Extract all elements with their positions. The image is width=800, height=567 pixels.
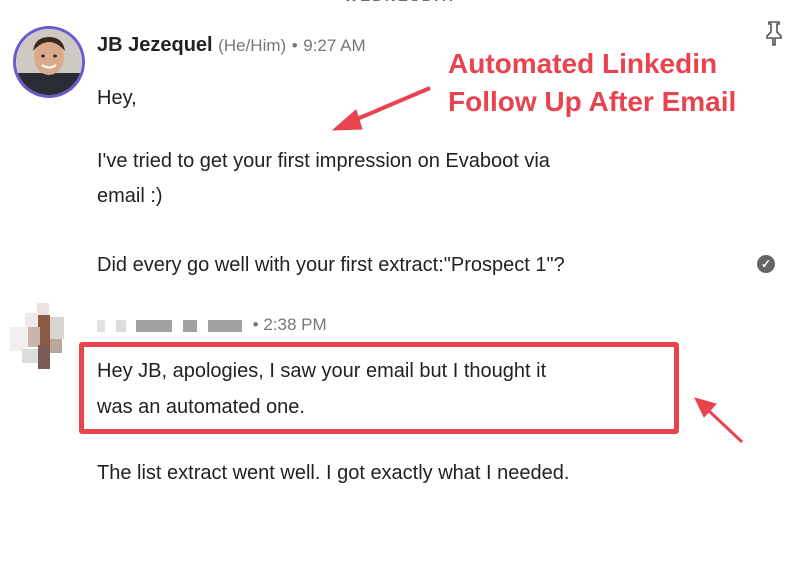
sender-pronouns: (He/Him)	[218, 36, 287, 55]
pin-icon[interactable]	[763, 20, 785, 46]
arrow-to-message	[331, 86, 431, 131]
message-line: The list extract went well. I got exactl…	[97, 462, 570, 484]
sender-name[interactable]: JB Jezequel	[97, 34, 213, 56]
redacted-block	[183, 319, 198, 332]
message-line: I've tried to get your first impression …	[97, 150, 550, 172]
redacted-block	[115, 319, 126, 332]
message-time: 2:38 PM	[263, 315, 327, 334]
blurred-avatar[interactable]	[10, 303, 75, 373]
highlight-box	[79, 342, 679, 434]
day-divider-label: WEDNESDAY	[305, 0, 497, 10]
arrow-to-highlight	[694, 397, 744, 444]
sender-line: JB Jezequel (He/Him) • 9:27 AM	[97, 34, 366, 57]
message-line: Hey,	[97, 87, 137, 109]
redacted-block	[136, 319, 173, 332]
annotation-line: Automated Linkedin	[448, 48, 718, 79]
message-time: 9:27 AM	[303, 36, 366, 55]
annotation-text: Automated Linkedin Follow Up After Email	[448, 45, 788, 121]
separator-dot: •	[252, 315, 259, 334]
separator-dot: •	[291, 36, 298, 55]
redacted-block	[207, 319, 242, 332]
redacted-block	[97, 319, 105, 332]
sender-avatar[interactable]	[16, 29, 82, 95]
annotation-line: Follow Up After Email	[448, 86, 737, 117]
message-line: email :)	[97, 185, 163, 207]
message-line: Did every go well with your first extrac…	[97, 254, 565, 276]
read-receipt-icon: ✓	[757, 255, 775, 273]
blurred-sender-line: • 2:38 PM	[97, 315, 327, 335]
